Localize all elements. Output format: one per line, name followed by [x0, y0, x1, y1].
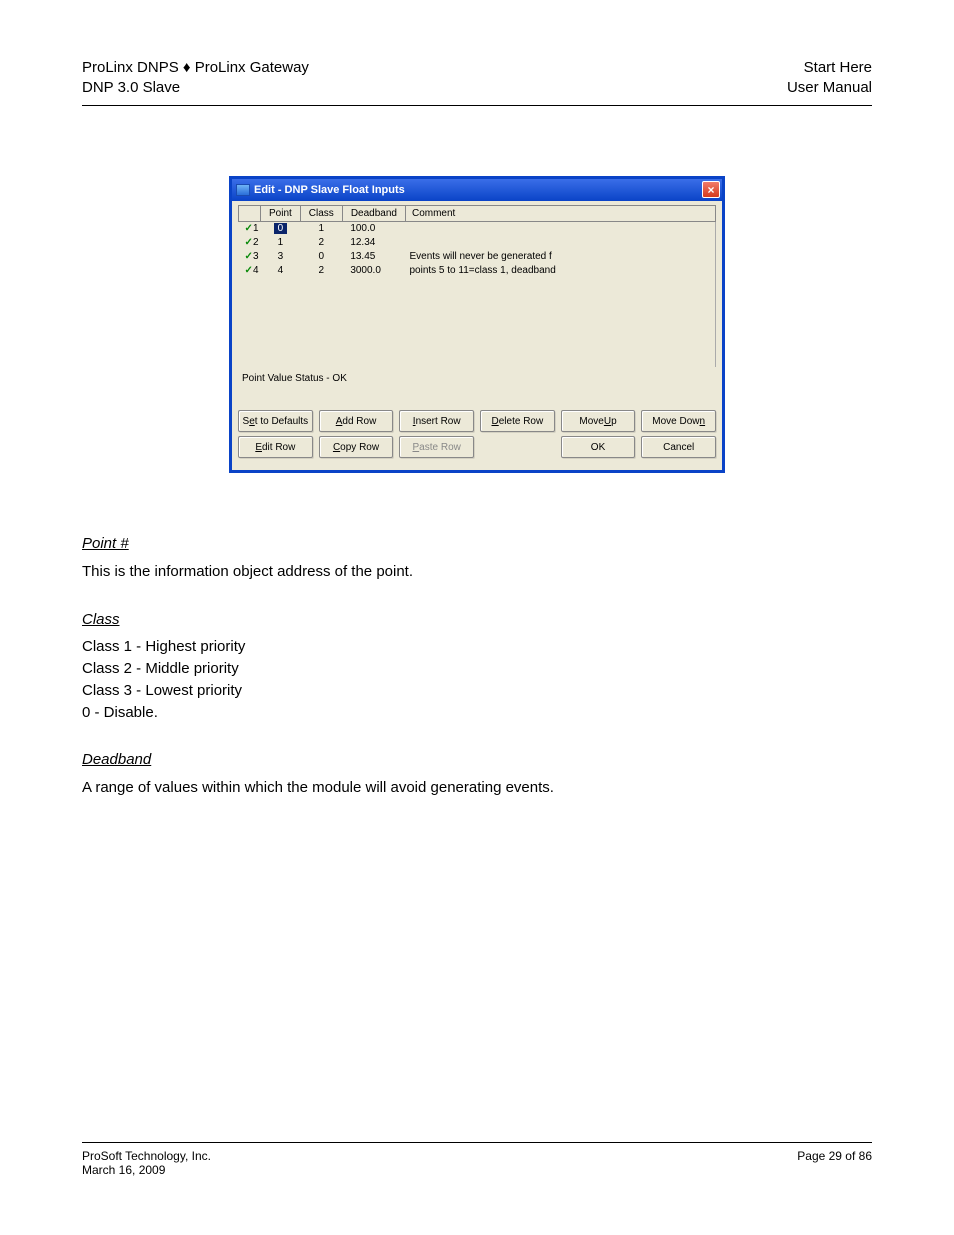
- status-text: Point Value Status - OK: [232, 367, 722, 410]
- para-class-2: Class 2 - Middle priority: [82, 658, 872, 680]
- check-icon: ✓: [245, 237, 253, 248]
- delete-row-button[interactable]: Delete Row: [480, 410, 555, 432]
- selected-cell: 0: [274, 223, 288, 234]
- table-row[interactable]: ✓1 0 1 100.0: [239, 221, 716, 235]
- move-down-button[interactable]: Move Down: [641, 410, 716, 432]
- edit-row-button[interactable]: Edit Row: [238, 436, 313, 458]
- table-row[interactable]: ✓3 3 0 13.45 Events will never be genera…: [239, 249, 716, 263]
- table-row[interactable]: ✓4 4 2 3000.0 points 5 to 11=class 1, de…: [239, 263, 716, 277]
- paste-row-button[interactable]: Paste Row: [399, 436, 474, 458]
- set-defaults-button[interactable]: Set to Defaults: [238, 410, 313, 432]
- para-point: This is the information object address o…: [82, 561, 872, 583]
- button-area: Set to Defaults Add Row Insert Row Delet…: [232, 410, 722, 470]
- window-icon: [236, 184, 250, 196]
- col-comment[interactable]: Comment: [405, 205, 715, 221]
- header-section: Start Here: [787, 58, 872, 78]
- check-icon: ✓: [245, 265, 253, 276]
- ok-button[interactable]: OK: [561, 436, 636, 458]
- cancel-button[interactable]: Cancel: [641, 436, 716, 458]
- footer-page: Page 29 of 86: [797, 1149, 872, 1177]
- heading-class: Class: [82, 609, 872, 631]
- copy-row-button[interactable]: Copy Row: [319, 436, 394, 458]
- heading-point: Point #: [82, 533, 872, 555]
- titlebar: Edit - DNP Slave Float Inputs ×: [232, 179, 722, 201]
- para-class-1: Class 1 - Highest priority: [82, 636, 872, 658]
- close-button[interactable]: ×: [702, 181, 720, 198]
- header-right: Start Here User Manual: [787, 58, 872, 99]
- window-title: Edit - DNP Slave Float Inputs: [254, 184, 405, 196]
- heading-deadband: Deadband: [82, 749, 872, 771]
- col-deadband[interactable]: Deadband: [342, 205, 405, 221]
- footer-company: ProSoft Technology, Inc.: [82, 1149, 211, 1163]
- col-blank[interactable]: [239, 205, 261, 221]
- para-class-3: Class 3 - Lowest priority: [82, 680, 872, 702]
- header-subtitle: DNP 3.0 Slave: [82, 78, 309, 98]
- data-grid[interactable]: Point Class Deadband Comment ✓1 0 1 100.…: [238, 205, 716, 368]
- insert-row-button[interactable]: Insert Row: [399, 410, 474, 432]
- table-row[interactable]: ✓2 1 2 12.34: [239, 235, 716, 249]
- grid-area: Point Class Deadband Comment ✓1 0 1 100.…: [232, 201, 722, 368]
- add-row-button[interactable]: Add Row: [319, 410, 394, 432]
- footer-date: March 16, 2009: [82, 1163, 211, 1177]
- close-icon: ×: [707, 183, 714, 197]
- col-class[interactable]: Class: [300, 205, 342, 221]
- header-doc: User Manual: [787, 78, 872, 98]
- body-text: Point # This is the information object a…: [82, 533, 872, 799]
- header-product: ProLinx DNPS ♦ ProLinx Gateway: [82, 58, 309, 78]
- dialog-window: Edit - DNP Slave Float Inputs × Point Cl…: [229, 176, 725, 474]
- header-left: ProLinx DNPS ♦ ProLinx Gateway DNP 3.0 S…: [82, 58, 309, 99]
- move-up-button[interactable]: Move Up: [561, 410, 636, 432]
- page-header: ProLinx DNPS ♦ ProLinx Gateway DNP 3.0 S…: [82, 58, 872, 106]
- para-class-4: 0 - Disable.: [82, 702, 872, 724]
- col-point[interactable]: Point: [261, 205, 301, 221]
- check-icon: ✓: [245, 251, 253, 262]
- check-icon: ✓: [245, 223, 253, 234]
- page-footer: ProSoft Technology, Inc. March 16, 2009 …: [82, 1142, 872, 1177]
- para-deadband: A range of values within which the modul…: [82, 777, 872, 799]
